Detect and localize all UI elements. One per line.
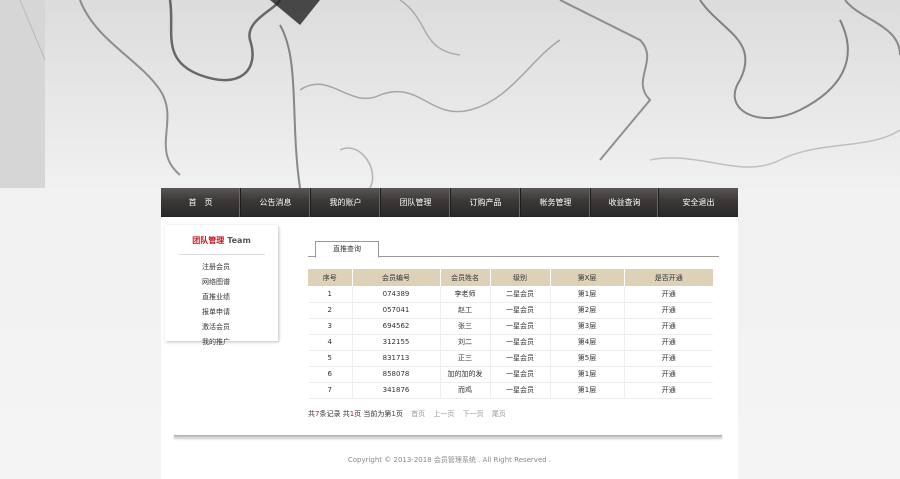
column-header: 会员编号 [352,269,441,286]
cell-activated: 开通 [624,350,713,367]
content-panel: 首 页 公告消息 我的账户 团队管理 订购产品 帐务管理 收益查询 安全退出 团… [161,188,738,479]
cell-index: 5 [308,350,353,367]
cell-member-id: 074389 [352,286,441,303]
cell-member-name: 加的加的发 [440,366,491,383]
table-row: 3 694562 张三 一星会员 第3层 开通 [308,318,713,335]
cell-layer: 第2层 [550,302,625,319]
table-row: 7 341876 而鸡 一星会员 第1层 开通 [308,382,713,399]
nav-logout[interactable]: 安全退出 [659,188,738,217]
pager-current-suffix: 页 [395,409,403,418]
sidebar-item-order-application[interactable]: 报单申请 [202,305,278,320]
sidebar-divider [178,254,265,255]
tab-direct-query[interactable]: 直推查询 [315,241,379,258]
cell-activated: 开通 [624,366,713,383]
cell-activated: 开通 [624,318,713,335]
nav-team-management[interactable]: 团队管理 [381,188,451,217]
cell-layer: 第1层 [550,366,625,383]
cell-activated: 开通 [624,334,713,351]
nav-earnings-query[interactable]: 收益查询 [591,188,659,217]
cell-layer: 第3层 [550,318,625,335]
members-table: 序号 会员编号 会员姓名 级别 第X层 是否开通 1 074389 李老师 二星… [308,269,713,399]
cell-index: 6 [308,366,353,383]
sidebar-title-en: Team [227,236,251,245]
table-row: 2 057041 赵工 一星会员 第2层 开通 [308,302,713,319]
cell-level: 一星会员 [490,318,551,335]
cell-level: 一星会员 [490,382,551,399]
cell-index: 3 [308,318,353,335]
cell-level: 一星会员 [490,350,551,367]
tab-bar: 直推查询 [308,241,719,258]
cell-member-id: 694562 [352,318,441,335]
column-header: 第X层 [550,269,625,286]
pager-records-suffix: 条记录 共 [319,409,350,418]
nav-announcements[interactable]: 公告消息 [241,188,311,217]
table-row: 1 074389 李老师 二星会员 第1层 开通 [308,286,713,303]
cell-layer: 第4层 [550,334,625,351]
footer-divider [174,435,722,438]
cell-member-name: 张三 [440,318,491,335]
cell-member-name: 正三 [440,350,491,367]
column-header: 级别 [490,269,551,286]
sidebar-item-network-map[interactable]: 网络图谱 [202,275,278,290]
sidebar-item-register-member[interactable]: 注册会员 [202,260,278,275]
cell-index: 2 [308,302,353,319]
sidebar-item-my-promotion[interactable]: 我的推广 [202,335,278,350]
sidebar: 团队管理 Team 注册会员 网络图谱 直推业绩 报单申请 激活会员 我的推广 [165,225,278,346]
sidebar-title-cn: 团队管理 [192,236,225,245]
cell-member-id: 831713 [352,350,441,367]
nav-home[interactable]: 首 页 [161,188,241,217]
cell-member-name: 刘二 [440,334,491,351]
cell-member-id: 341876 [352,382,441,399]
cell-level: 二星会员 [490,286,551,303]
sidebar-item-activate-member[interactable]: 激活会员 [202,320,278,335]
cell-member-name: 李老师 [440,286,491,303]
pagination: 共7条记录 共1页 当前为第1页 首页 上一页 下一页 尾页 [308,409,719,419]
cell-member-id: 312155 [352,334,441,351]
pager-first-link[interactable]: 首页 [411,410,425,418]
pager-last-link[interactable]: 尾页 [492,410,506,418]
cell-activated: 开通 [624,302,713,319]
nav-order-products[interactable]: 订购产品 [451,188,521,217]
cell-level: 一星会员 [490,334,551,351]
top-navigation: 首 页 公告消息 我的账户 团队管理 订购产品 帐务管理 收益查询 安全退出 [161,188,738,217]
cell-index: 4 [308,334,353,351]
sidebar-title: 团队管理 Team [165,235,278,246]
sidebar-menu: 注册会员 网络图谱 直推业绩 报单申请 激活会员 我的推广 [165,260,278,350]
nav-account-management[interactable]: 帐务管理 [521,188,591,217]
cell-level: 一星会员 [490,302,551,319]
cell-activated: 开通 [624,286,713,303]
table-row: 6 858078 加的加的发 一星会员 第1层 开通 [308,366,713,383]
column-header: 序号 [308,269,353,286]
cell-member-name: 赵工 [440,302,491,319]
pager-pages-suffix: 页 当前为第 [354,409,392,418]
main-content: 直推查询 序号 会员编号 会员姓名 级别 第X层 是否开通 1 074389 李… [308,241,719,419]
cell-activated: 开通 [624,382,713,399]
cell-layer: 第1层 [550,382,625,399]
table-row: 4 312155 刘二 一星会员 第4层 开通 [308,334,713,351]
cell-index: 1 [308,286,353,303]
column-header: 是否开通 [624,269,713,286]
cell-index: 7 [308,382,353,399]
sidebar-item-direct-performance[interactable]: 直推业绩 [202,290,278,305]
table-row: 5 831713 正三 一星会员 第5层 开通 [308,350,713,367]
cell-member-name: 而鸡 [440,382,491,399]
pager-prefix: 共 [308,409,315,418]
cell-member-id: 057041 [352,302,441,319]
nav-my-account[interactable]: 我的账户 [311,188,381,217]
cell-layer: 第5层 [550,350,625,367]
footer-copyright: Copyright © 2013-2018 会员管理系统 . All Right… [347,456,552,464]
column-header: 会员姓名 [440,269,491,286]
cell-level: 一星会员 [490,366,551,383]
pager-next-link[interactable]: 下一页 [463,410,484,418]
cell-layer: 第1层 [550,286,625,303]
cell-member-id: 858078 [352,366,441,383]
table-header-row: 序号 会员编号 会员姓名 级别 第X层 是否开通 [308,269,713,286]
pager-prev-link[interactable]: 上一页 [433,410,454,418]
